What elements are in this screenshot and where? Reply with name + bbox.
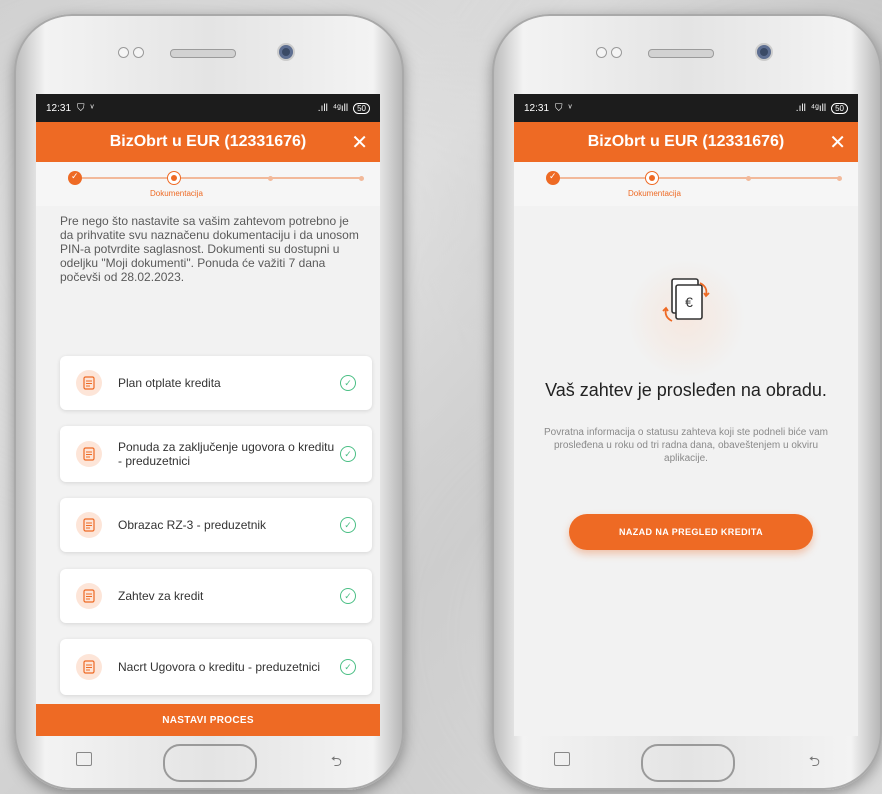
step-completed-icon [68, 171, 82, 185]
close-icon[interactable]: ✕ [351, 130, 368, 155]
document-exchange-icon: € [662, 278, 710, 322]
phone-bottom-bezel: ⮌ [14, 736, 404, 790]
continue-button[interactable]: NASTAVI PROCES [36, 704, 380, 736]
app-header: BizObrt u EUR (12331676) ✕ [36, 122, 380, 162]
page-title: BizObrt u EUR (12331676) [109, 133, 307, 150]
document-icon [76, 654, 102, 680]
home-button[interactable] [641, 744, 735, 782]
sensor-dots [118, 47, 144, 58]
phone-top-bezel [492, 14, 882, 94]
battery-icon: 50 [353, 102, 370, 114]
back-icon[interactable]: ⮌ [809, 751, 820, 775]
front-camera [755, 43, 773, 61]
document-item[interactable]: Nacrt Ugovora o kreditu - preduzetnici ✓ [60, 639, 372, 695]
earpiece-speaker [170, 49, 236, 58]
back-to-loans-button[interactable]: NAZAD NA PREGLED KREDITA [569, 514, 813, 550]
status-bar: 12:31 ⛉ ᵛ .ıll ⁴ᵍıll 50 [36, 94, 380, 122]
earpiece-speaker [648, 49, 714, 58]
document-item[interactable]: Zahtev za kredit ✓ [60, 569, 372, 623]
recent-apps-icon[interactable] [554, 752, 570, 766]
document-icon [76, 512, 102, 538]
sensor-dots [596, 47, 622, 58]
check-icon: ✓ [340, 588, 356, 604]
success-subtitle: Povratna informacija o statusu zahteva k… [543, 427, 829, 464]
document-label: Plan otplate kredita [118, 376, 221, 390]
check-icon: ✓ [340, 517, 356, 533]
document-label: Zahtev za kredit [118, 589, 204, 603]
document-icon [76, 583, 102, 609]
document-item[interactable]: Plan otplate kredita ✓ [60, 356, 372, 410]
document-item[interactable]: Ponuda za zaključenje ugovora o kreditu … [60, 426, 372, 482]
back-icon[interactable]: ⮌ [331, 751, 342, 775]
front-camera [277, 43, 295, 61]
document-label: Ponuda za zaključenje ugovora o kreditu … [118, 440, 335, 468]
document-item[interactable]: Obrazac RZ-3 - preduzetnik ✓ [60, 498, 372, 552]
step-active-icon [167, 171, 181, 185]
check-icon: ✓ [340, 375, 356, 391]
progress-stepper: Dokumentacija [36, 162, 380, 206]
document-label: Obrazac RZ-3 - preduzetnik [118, 518, 267, 532]
intro-text: Pre nego što nastavite sa vašim zahtevom… [60, 214, 359, 284]
document-label: Nacrt Ugovora o kreditu - preduzetnici [118, 660, 321, 674]
shield-icon: ⛉ [77, 102, 85, 114]
check-icon: ✓ [340, 446, 356, 462]
signal-icon: .ıll [317, 102, 328, 114]
recent-apps-icon[interactable] [76, 752, 92, 766]
phone-left: 12:31 ⛉ ᵛ .ıll ⁴ᵍıll 50 BizObrt u EUR (1… [14, 14, 404, 790]
status-time: 12:31 [46, 102, 72, 114]
phone-top-bezel [14, 14, 404, 94]
check-icon: ✓ [340, 659, 356, 675]
notification-icon: ᵛ [90, 102, 94, 114]
phone-right: 12:31 ⛉ ᵛ .ıll ⁴ᵍıll 50 BizObrt u EUR (1… [492, 14, 882, 790]
step-label: Dokumentacija [150, 189, 203, 198]
success-content: € Vaš zahtev je prosleđen na obradu. Pov… [514, 94, 858, 736]
stepper-track [76, 177, 361, 179]
phone-bottom-bezel: ⮌ [492, 736, 882, 790]
home-button[interactable] [163, 744, 257, 782]
svg-text:€: € [685, 294, 693, 310]
success-title: Vaš zahtev je prosleđen na obradu. [545, 380, 827, 400]
app-screen-success: 12:31 ⛉ ᵛ .ıll ⁴ᵍıll 50 BizObrt u EUR (1… [514, 94, 858, 736]
network-icon: ⁴ᵍıll [332, 102, 349, 114]
app-screen-documents: 12:31 ⛉ ᵛ .ıll ⁴ᵍıll 50 BizObrt u EUR (1… [36, 94, 380, 736]
document-icon [76, 370, 102, 396]
document-icon [76, 441, 102, 467]
step-pending-icon [268, 176, 273, 181]
step-pending-icon [359, 176, 364, 181]
